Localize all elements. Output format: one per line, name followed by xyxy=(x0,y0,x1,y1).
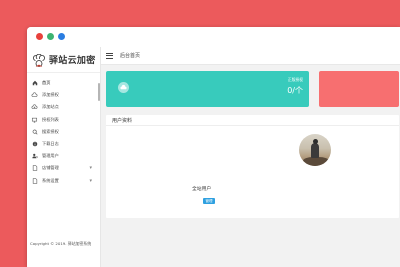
top-bar: 后台首页 xyxy=(101,47,400,65)
cloud-icon xyxy=(31,92,38,99)
sidebar-item-label: 授权列表 xyxy=(42,116,59,122)
monitor-icon xyxy=(31,116,38,123)
chevron-down-icon: ▾ xyxy=(89,165,92,172)
sidebar-item-label: 添加站点 xyxy=(42,104,59,110)
sidebar-item-add-license[interactable]: 添加授权 xyxy=(27,89,100,101)
sidebar-item-label: 搜索授权 xyxy=(42,128,59,134)
close-window-button[interactable] xyxy=(36,33,43,40)
sidebar-item-shop-management[interactable]: 店铺管理 ▾ xyxy=(27,162,100,174)
copyright-text: Copyright © 2019. 驿站加密系统 xyxy=(30,241,92,246)
sidebar-item-search-license[interactable]: 搜索授权 xyxy=(27,126,100,138)
avatar xyxy=(299,134,331,166)
sidebar-item-label: 首页 xyxy=(42,80,51,86)
menu-toggle-icon[interactable] xyxy=(106,52,113,59)
search-icon xyxy=(31,128,38,135)
sidebar-item-home[interactable]: 首页 xyxy=(27,77,100,89)
breadcrumb: 后台首页 xyxy=(120,53,141,59)
sidebar-item-label: 店铺管理 xyxy=(42,165,59,171)
sidebar-item-label: 管理用户 xyxy=(42,153,59,159)
home-icon xyxy=(31,80,38,87)
document-icon xyxy=(31,177,38,184)
admin-app: 驿站云加密 首页 添加授权 添加站点 授权列表 搜索授权 下载日志 管理用户 店… xyxy=(27,47,400,267)
sidebar-item-label: 下载日志 xyxy=(42,141,59,147)
username: 全站用户 xyxy=(192,187,212,192)
role-badge: 管理 xyxy=(203,198,215,204)
logo-text: 驿站云加密 xyxy=(49,56,96,66)
cloud-icon xyxy=(118,82,129,93)
sidebar-item-license-list[interactable]: 授权列表 xyxy=(27,114,100,126)
cloud-add-icon xyxy=(31,104,38,111)
stat-label: 正版授权 xyxy=(287,77,303,82)
panel-title: 用户资料 xyxy=(112,117,133,124)
sidebar-item-label: 添加授权 xyxy=(42,92,59,98)
sidebar-nav: 首页 添加授权 添加站点 授权列表 搜索授权 下载日志 管理用户 店铺管理 ▾ … xyxy=(27,73,100,187)
stat-value: 0/个 xyxy=(287,86,303,95)
logo[interactable]: 驿站云加密 xyxy=(27,47,100,73)
sidebar-scrollbar[interactable] xyxy=(98,83,100,101)
sidebar-item-label: 系统设置 xyxy=(42,177,59,183)
maximize-window-button[interactable] xyxy=(58,33,65,40)
user-gear-icon xyxy=(31,153,38,160)
stat-card-licenses: 正版授权 0/个 xyxy=(106,71,309,107)
info-icon xyxy=(31,141,38,148)
sidebar: 驿站云加密 首页 添加授权 添加站点 授权列表 搜索授权 下载日志 管理用户 店… xyxy=(27,47,101,267)
sidebar-item-system-settings[interactable]: 系统设置 ▾ xyxy=(27,175,100,187)
panel-header: 用户资料 xyxy=(106,115,399,126)
sidebar-item-manage-users[interactable]: 管理用户 xyxy=(27,150,100,162)
window-titlebar xyxy=(27,27,400,47)
browser-window: 驿站云加密 首页 添加授权 添加站点 授权列表 搜索授权 下载日志 管理用户 店… xyxy=(27,27,400,267)
sidebar-item-add-site[interactable]: 添加站点 xyxy=(27,101,100,113)
document-icon xyxy=(31,165,38,172)
sidebar-item-download-log[interactable]: 下载日志 xyxy=(27,138,100,150)
chevron-down-icon: ▾ xyxy=(89,177,92,184)
main-content: 后台首页 正版授权 0/个 用户资料 全站用户 管理 xyxy=(101,47,400,267)
minimize-window-button[interactable] xyxy=(47,33,54,40)
chef-logo-icon xyxy=(32,53,46,67)
user-profile-panel: 用户资料 全站用户 管理 xyxy=(106,115,399,218)
stat-card-secondary xyxy=(319,71,399,107)
